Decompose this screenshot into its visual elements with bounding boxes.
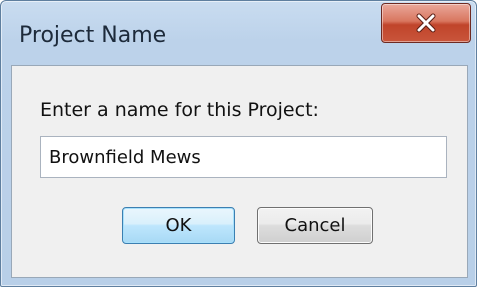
project-name-input[interactable] [40, 136, 447, 178]
cancel-button[interactable]: Cancel [257, 207, 373, 244]
project-name-prompt: Enter a name for this Project: [40, 99, 319, 121]
close-x-icon [416, 13, 436, 33]
dialog-title: Project Name [19, 23, 167, 48]
close-button[interactable] [381, 3, 471, 43]
title-bar[interactable]: Project Name [1, 1, 476, 65]
ok-button[interactable]: OK [122, 207, 235, 244]
project-name-dialog: Project Name Enter a name for this Proje… [0, 0, 477, 287]
dialog-body: Enter a name for this Project: OK Cancel [11, 65, 468, 278]
